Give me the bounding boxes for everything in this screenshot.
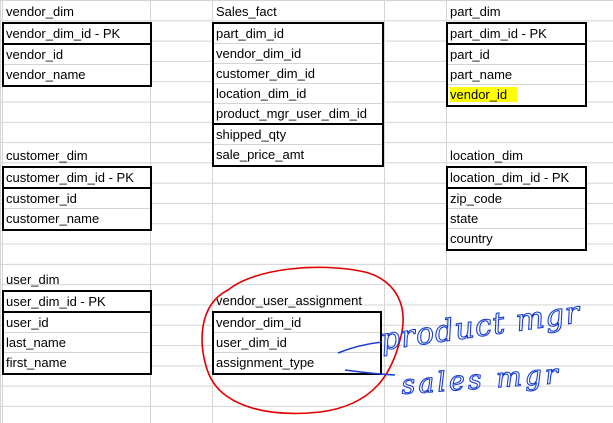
customer-dim-field[interactable]: customer_name xyxy=(4,209,150,229)
highlighted-cell-text: vendor_id xyxy=(450,87,518,102)
part-dim-field[interactable]: part_id xyxy=(448,45,585,65)
sales-fact-field[interactable]: part_dim_id xyxy=(214,24,382,44)
grid-col-line xyxy=(384,0,385,423)
location-dim-table: location_dim_id - PK zip_code state coun… xyxy=(446,166,587,251)
location-dim-field[interactable]: country xyxy=(448,229,585,249)
part-dim-field-highlighted[interactable]: vendor_id xyxy=(448,85,585,105)
sales-fact-field[interactable]: customer_dim_id xyxy=(214,64,382,84)
location-dim-field[interactable]: zip_code xyxy=(448,189,585,209)
vendor-dim-field[interactable]: vendor_name xyxy=(4,65,150,85)
sales-fact-measure[interactable]: sale_price_amt xyxy=(214,145,382,165)
part-dim-field[interactable]: part_name xyxy=(448,65,585,85)
customer-dim-title: customer_dim xyxy=(6,148,88,163)
location-dim-field[interactable]: state xyxy=(448,209,585,229)
user-dim-field[interactable]: last_name xyxy=(4,333,150,353)
customer-dim-table: customer_dim_id - PK customer_id custome… xyxy=(2,166,152,231)
vendor-dim-table: vendor_dim_id - PK vendor_id vendor_name xyxy=(2,22,152,87)
location-dim-title: location_dim xyxy=(450,148,523,163)
user-dim-pk[interactable]: user_dim_id - PK xyxy=(4,292,150,313)
user-dim-field[interactable]: first_name xyxy=(4,353,150,373)
vendor-user-assignment-field[interactable]: user_dim_id xyxy=(214,333,380,353)
vendor-user-assignment-field[interactable]: assignment_type xyxy=(214,353,380,373)
vendor-user-assignment-field[interactable]: vendor_dim_id xyxy=(214,313,380,333)
vendor-dim-pk[interactable]: vendor_dim_id - PK xyxy=(4,24,150,45)
sales-fact-measure[interactable]: shipped_qty xyxy=(214,125,382,145)
sales-fact-title: Sales_fact xyxy=(216,4,277,19)
user-dim-table: user_dim_id - PK user_id last_name first… xyxy=(2,290,152,375)
user-dim-field[interactable]: user_id xyxy=(4,313,150,333)
user-dim-title: user_dim xyxy=(6,272,60,287)
customer-dim-pk[interactable]: customer_dim_id - PK xyxy=(4,168,150,189)
sales-fact-field[interactable]: vendor_dim_id xyxy=(214,44,382,64)
sales-fact-table: part_dim_id vendor_dim_id customer_dim_i… xyxy=(212,22,384,167)
part-dim-table: part_dim_id - PK part_id part_name vendo… xyxy=(446,22,587,107)
vendor-user-assignment-title: vendor_user_assignment xyxy=(216,293,362,308)
sales-fact-field[interactable]: location_dim_id xyxy=(214,84,382,104)
part-dim-title: part_dim xyxy=(450,4,501,19)
customer-dim-field[interactable]: customer_id xyxy=(4,189,150,209)
part-dim-pk[interactable]: part_dim_id - PK xyxy=(448,24,585,45)
sales-fact-field[interactable]: product_mgr_user_dim_id xyxy=(214,104,382,125)
location-dim-pk[interactable]: location_dim_id - PK xyxy=(448,168,585,189)
vendor-user-assignment-table: vendor_dim_id user_dim_id assignment_typ… xyxy=(212,311,382,375)
vendor-dim-field[interactable]: vendor_id xyxy=(4,45,150,65)
vendor-dim-title: vendor_dim xyxy=(6,4,74,19)
